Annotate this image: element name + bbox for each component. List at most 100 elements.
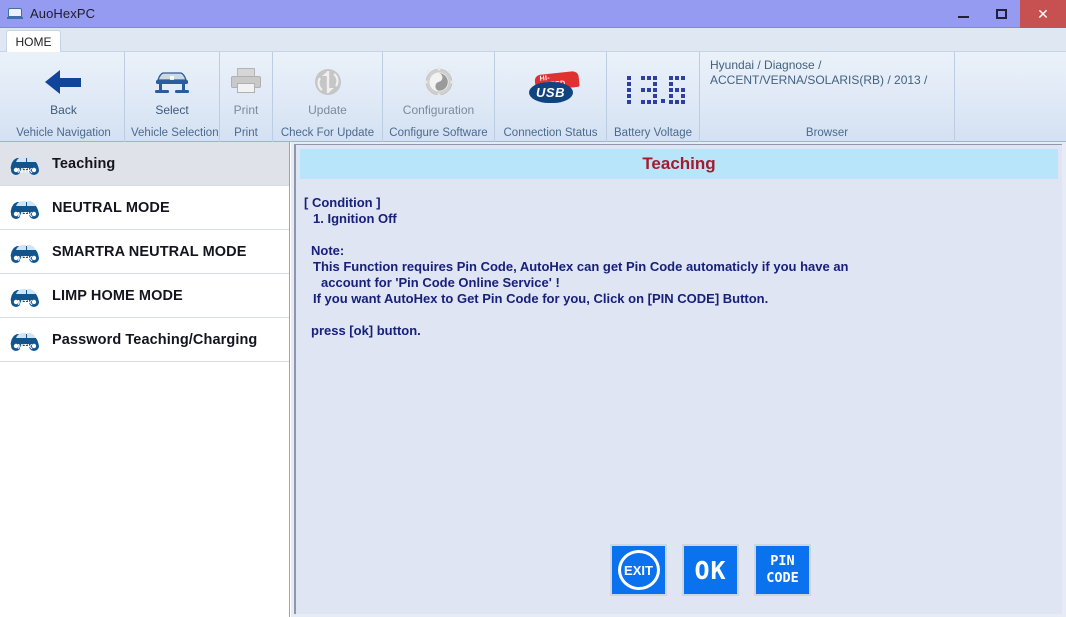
sidebar-item-limp-home-mode[interactable]: MTK LIMP HOME MODE xyxy=(0,274,289,318)
usb-icon: HI-SPEED USB xyxy=(523,68,580,112)
note-line-1: This Function requires Pin Code, AutoHex… xyxy=(313,259,849,274)
ribbon-group-label-vehicle-selection: Vehicle Selection xyxy=(131,127,219,139)
ribbon-group-label-check-for-update: Check For Update xyxy=(280,127,375,139)
breadcrumb: Hyundai / Diagnose / ACCENT/VERNA/SOLARI… xyxy=(710,58,928,87)
tab-strip: HOME xyxy=(0,28,1066,53)
ribbon-toolbar: Back Vehicle Navigation Select Vehicle S… xyxy=(0,52,1066,142)
pin-code-button[interactable]: PIN CODE xyxy=(754,544,811,596)
svg-text:MTK: MTK xyxy=(17,344,32,351)
pin-code-button-label-line2: CODE xyxy=(766,570,799,586)
voltage-digit-3 xyxy=(669,75,685,104)
car-mtk-icon: MTK xyxy=(10,156,39,175)
page-title: Teaching xyxy=(642,154,716,173)
ribbon-group-label-browser: Browser xyxy=(805,127,849,139)
sidebar-item-label: Password Teaching/Charging xyxy=(52,331,258,348)
function-list-sidebar: MTK Teaching MTK NEUTRAL MODE MTK SMARTR… xyxy=(0,142,290,617)
car-mtk-icon: MTK xyxy=(10,288,39,307)
press-ok-line: press [ok] button. xyxy=(311,323,421,338)
ok-button-label: OK xyxy=(694,555,727,585)
action-button-row: EXIT OK PIN CODE xyxy=(610,544,811,596)
tab-home[interactable]: HOME xyxy=(6,30,61,53)
title-bar: AuoHexPC ✕ xyxy=(0,0,1066,28)
minimize-button[interactable] xyxy=(944,0,982,28)
select-button-label: Select xyxy=(155,102,189,117)
application-window: AuoHexPC ✕ HOME Back Vehicle Navigation … xyxy=(0,0,1066,617)
ribbon-group-battery-voltage: 13.6 Battery Voltage xyxy=(607,52,700,142)
ribbon-group-label-vehicle-navigation: Vehicle Navigation xyxy=(16,127,111,139)
voltage-digit-1 xyxy=(621,75,637,104)
back-button-label: Back xyxy=(50,102,77,117)
sidebar-item-smartra-neutral-mode[interactable]: MTK SMARTRA NEUTRAL MODE xyxy=(0,230,289,274)
window-controls: ✕ xyxy=(944,0,1066,28)
instruction-document: Teaching [ Condition ] 1. Ignition Off N… xyxy=(296,145,1062,613)
battery-voltage-display: 13.6 xyxy=(621,75,685,104)
ribbon-group-browser: Hyundai / Diagnose / ACCENT/VERNA/SOLARI… xyxy=(700,52,955,142)
car-mtk-icon: MTK xyxy=(10,244,39,263)
sidebar-empty-area xyxy=(0,366,289,617)
ribbon-group-label-print: Print xyxy=(234,127,258,139)
sidebar-item-password-teaching-charging[interactable]: MTK Password Teaching/Charging xyxy=(0,318,289,362)
configuration-button[interactable]: Configuration xyxy=(391,63,486,117)
ribbon-group-body: Back xyxy=(3,52,124,125)
svg-text:MTK: MTK xyxy=(17,168,32,175)
document-body: [ Condition ] 1. Ignition Off Note: This… xyxy=(296,179,1062,339)
print-button-label: Print xyxy=(233,102,259,117)
car-lift-icon xyxy=(152,63,192,101)
sidebar-item-neutral-mode[interactable]: MTK NEUTRAL MODE xyxy=(0,186,289,230)
ribbon-group-vehicle-selection: Select Vehicle Selection xyxy=(125,52,220,142)
sidebar-item-label: SMARTRA NEUTRAL MODE xyxy=(52,243,247,260)
maximize-icon xyxy=(995,9,1007,19)
ribbon-group-configure-software: Configuration Configure Software xyxy=(383,52,495,142)
tab-home-label: HOME xyxy=(15,35,52,49)
window-title: AuoHexPC xyxy=(30,6,96,21)
sidebar-item-label: LIMP HOME MODE xyxy=(52,287,183,304)
minimize-icon xyxy=(957,16,969,18)
monitor-icon xyxy=(7,6,23,22)
sidebar-item-label: NEUTRAL MODE xyxy=(52,199,170,216)
condition-header: [ Condition ] xyxy=(304,195,381,210)
ribbon-group-print: Print Print xyxy=(220,52,273,142)
ribbon-group-label-connection-status: Connection Status xyxy=(503,127,598,139)
ribbon-group-body: Print xyxy=(220,52,272,125)
printer-icon xyxy=(230,63,262,101)
close-button[interactable]: ✕ xyxy=(1020,0,1066,28)
note-header: Note: xyxy=(311,243,345,258)
ribbon-group-body: HI-SPEED USB xyxy=(495,52,606,125)
voltage-decimal-point xyxy=(661,98,665,103)
ribbon-group-body: Select xyxy=(125,52,219,125)
ribbon-group-body: 13.6 xyxy=(607,52,699,125)
back-button[interactable]: Back xyxy=(11,63,116,117)
close-icon: ✕ xyxy=(1037,6,1049,22)
exit-button-label: EXIT xyxy=(617,550,660,590)
svg-text:MTK: MTK xyxy=(17,256,32,263)
voltage-digit-2 xyxy=(641,75,657,104)
ribbon-group-body: Hyundai / Diagnose / ACCENT/VERNA/SOLARI… xyxy=(700,52,954,125)
note-line-2: account for 'Pin Code Online Service' ! xyxy=(321,275,560,290)
update-button-label: Update xyxy=(308,102,347,117)
ribbon-group-body: Update xyxy=(273,52,382,125)
ribbon-groups: Back Vehicle Navigation Select Vehicle S… xyxy=(3,52,955,142)
ribbon-group-connection-status: HI-SPEED USB Connection Status xyxy=(495,52,607,142)
svg-text:MTK: MTK xyxy=(17,212,32,219)
ribbon-group-check-for-update: Update Check For Update xyxy=(273,52,383,142)
sidebar-item-label: Teaching xyxy=(52,155,116,172)
pin-code-button-label-line1: PIN xyxy=(770,553,795,569)
maximize-button[interactable] xyxy=(982,0,1020,28)
note-line-3: If you want AutoHex to Get Pin Code for … xyxy=(313,291,769,306)
print-button[interactable]: Print xyxy=(228,63,264,117)
ribbon-group-vehicle-navigation: Back Vehicle Navigation xyxy=(3,52,125,142)
sidebar-item-teaching[interactable]: MTK Teaching xyxy=(0,142,289,186)
select-button[interactable]: Select xyxy=(133,63,211,117)
exit-button[interactable]: EXIT xyxy=(610,544,667,596)
refresh-icon xyxy=(313,63,343,101)
configuration-button-label: Configuration xyxy=(402,102,475,117)
ok-button[interactable]: OK xyxy=(682,544,739,596)
svg-text:MTK: MTK xyxy=(17,300,32,307)
update-button[interactable]: Update xyxy=(281,63,374,117)
connection-status-button[interactable]: HI-SPEED USB xyxy=(503,68,598,112)
back-arrow-icon xyxy=(44,63,83,101)
car-mtk-icon: MTK xyxy=(10,332,39,351)
ribbon-group-label-battery-voltage: Battery Voltage xyxy=(614,127,692,139)
